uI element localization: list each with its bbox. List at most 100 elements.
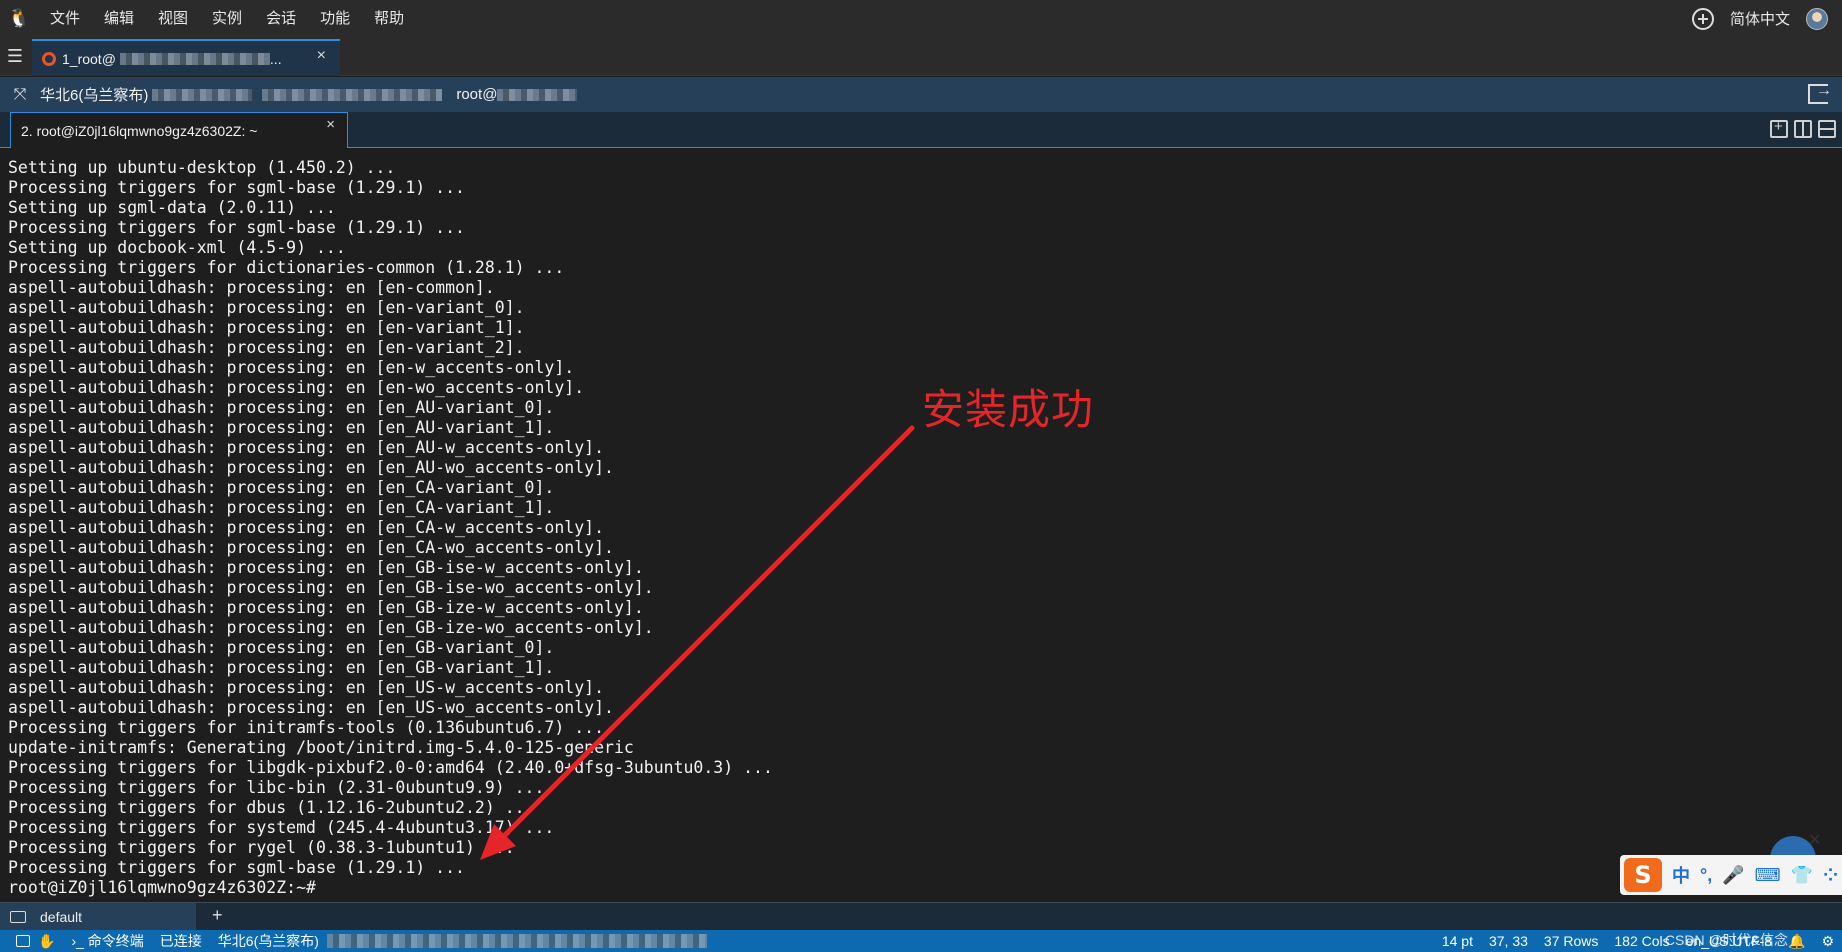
menu-session[interactable]: 会话 — [254, 0, 308, 37]
terminal-line: aspell-autobuildhash: processing: en [en… — [8, 438, 605, 457]
server-info-bar: ⤧ 华北6(乌兰察布) root@ — [0, 77, 1842, 112]
menu-edit[interactable]: 编辑 — [92, 0, 146, 37]
terminal-line: Processing triggers for libc-bin (2.31-0… — [8, 778, 545, 797]
menu-bar: 🐧 文件 编辑 视图 实例 会话 功能 帮助 简体中文 — [0, 0, 1842, 37]
status-mode[interactable]: ›_ 命令终端 — [63, 931, 151, 951]
redacted-ip — [152, 88, 253, 101]
terminal-line: aspell-autobuildhash: processing: en [en… — [8, 318, 525, 337]
terminal-line: aspell-autobuildhash: processing: en [en… — [8, 678, 605, 697]
terminal-line: update-initramfs: Generating /boot/initr… — [8, 738, 634, 757]
redacted-instance — [262, 88, 443, 101]
menu-view[interactable]: 视图 — [146, 0, 200, 37]
ime-apps-icon[interactable]: ⁘ — [1823, 865, 1838, 886]
terminal-line: Processing triggers for sgml-base (1.29.… — [8, 858, 465, 877]
terminal-line: aspell-autobuildhash: processing: en [en… — [8, 518, 605, 537]
menu-file[interactable]: 文件 — [38, 0, 92, 37]
add-circle-icon[interactable] — [1691, 7, 1714, 30]
status-bar: ✋ ›_ 命令终端 已连接 华北6(乌兰察布) CSDN @时代&信念 14 p… — [0, 930, 1842, 952]
notification-bell-icon[interactable]: 🔔 — [1780, 933, 1813, 950]
terminal-line: Setting up ubuntu-desktop (1.450.2) ... — [8, 158, 396, 177]
server-user: root@ — [456, 86, 498, 103]
terminal-line: aspell-autobuildhash: processing: en [en… — [8, 638, 555, 657]
terminal-line: Processing triggers for sgml-base (1.29.… — [8, 218, 465, 237]
status-cols: 182 Cols — [1614, 933, 1670, 949]
terminal-tab-bar: 2. root@iZ0jl16lqmwno9gz4z6302Z: ~ × — [0, 112, 1842, 148]
ime-punctuation-icon[interactable]: °, — [1700, 865, 1712, 886]
ime-toolbar: S 中 °, 🎤 ⌨ 👕 ⁘ — [1620, 855, 1842, 895]
session-tab-close-icon[interactable]: × — [317, 47, 326, 65]
terminal-line: aspell-autobuildhash: processing: en [en… — [8, 538, 614, 557]
bottom-tab-bar: default + — [0, 902, 1842, 931]
split-vertical-icon[interactable] — [1794, 120, 1812, 138]
status-locale[interactable]: en_US.UTF-8 — [1678, 933, 1780, 949]
terminal-line: Processing triggers for dictionaries-com… — [8, 258, 565, 277]
session-tab-strip: ☰ 1_root@ ... × — [0, 37, 1842, 76]
terminal-line: Processing triggers for initramfs-tools … — [8, 718, 605, 737]
terminal-line: aspell-autobuildhash: processing: en [en… — [8, 658, 555, 677]
menu-help[interactable]: 帮助 — [362, 0, 416, 37]
session-tab[interactable]: 1_root@ ... × — [32, 39, 340, 76]
annotation-text: 安装成功 — [922, 385, 1095, 434]
status-region: 华北6(乌兰察布) — [217, 933, 319, 949]
menu-instance[interactable]: 实例 — [200, 0, 254, 37]
terminal-line: aspell-autobuildhash: processing: en [en… — [8, 358, 575, 377]
status-cursor: 37, 33 — [1488, 933, 1528, 949]
sidebar-toggle-icon[interactable]: ☰ — [4, 46, 26, 66]
language-selector[interactable]: 简体中文 — [1730, 8, 1790, 29]
split-controls — [1770, 118, 1836, 138]
status-font-size[interactable]: 14 pt — [1434, 933, 1481, 949]
terminal-line: Processing triggers for libgdk-pixbuf2.0… — [8, 758, 773, 777]
ime-skin-icon[interactable]: 👕 — [1791, 865, 1813, 886]
bottom-tab-label: default — [40, 909, 83, 925]
terminal-tab-label: 2. root@iZ0jl16lqmwno9gz4z6302Z: ~ — [21, 122, 258, 139]
terminal-line: Processing triggers for rygel (0.38.3-1u… — [8, 838, 515, 857]
monitor-icon[interactable] — [16, 935, 30, 947]
ubuntu-icon — [42, 51, 56, 66]
session-tab-ellipsis: ... — [269, 50, 282, 67]
terminal-line: aspell-autobuildhash: processing: en [en… — [8, 578, 654, 597]
terminal-line: Setting up docbook-xml (4.5-9) ... — [8, 238, 346, 257]
terminal-line: Processing triggers for sgml-base (1.29.… — [8, 178, 465, 197]
terminal-tab-close-icon[interactable]: × — [326, 116, 335, 133]
terminal-output[interactable]: Setting up ubuntu-desktop (1.450.2) ... P… — [0, 150, 1842, 902]
redacted-status-info — [326, 934, 707, 948]
status-connection: 已连接 — [159, 933, 202, 949]
status-bar-right: 14 pt 37, 33 37 Rows 182 Cols en_US.UTF-… — [1434, 930, 1842, 952]
terminal-line: Setting up sgml-data (2.0.11) ... — [8, 198, 336, 217]
terminal-line: aspell-autobuildhash: processing: en [en… — [8, 558, 644, 577]
ime-close-icon[interactable]: ✕ — [1808, 830, 1821, 850]
status-rows: 37 Rows — [1543, 933, 1599, 949]
disconnect-icon[interactable] — [1808, 82, 1832, 104]
menu-bar-right: 简体中文 — [1691, 0, 1842, 37]
settings-gear-icon[interactable]: ⚙ — [1813, 933, 1842, 950]
redacted-hostname — [119, 52, 270, 65]
terminal-line: aspell-autobuildhash: processing: en [en… — [8, 598, 644, 617]
add-tab-button[interactable]: + — [212, 905, 223, 926]
status-mode-label: 命令终端 — [87, 933, 144, 949]
terminal-line: aspell-autobuildhash: processing: en [en… — [8, 298, 525, 317]
ime-chinese-mode[interactable]: 中 — [1672, 862, 1690, 888]
terminal-line: aspell-autobuildhash: processing: en [en… — [8, 458, 614, 477]
ime-voice-icon[interactable]: 🎤 — [1722, 865, 1744, 886]
menu-features[interactable]: 功能 — [308, 0, 362, 37]
terminal-line: aspell-autobuildhash: processing: en [en… — [8, 338, 525, 357]
terminal-line: root@iZ0jl16lqmwno9gz4z6302Z:~# — [8, 878, 316, 897]
server-region: 华北6(乌兰察布) — [40, 87, 149, 104]
app-logo-icon[interactable]: 🐧 — [0, 0, 38, 37]
terminal-line: aspell-autobuildhash: processing: en [en… — [8, 698, 614, 717]
redacted-host — [497, 88, 578, 101]
tools-icon[interactable]: ✋ — [30, 933, 63, 950]
terminal-line: Processing triggers for dbus (1.12.16-2u… — [8, 798, 535, 817]
bottom-tab-default[interactable]: default — [0, 903, 196, 931]
terminal-line: Processing triggers for systemd (245.4-4… — [8, 818, 555, 837]
user-avatar[interactable] — [1806, 7, 1828, 30]
ime-keyboard-icon[interactable]: ⌨ — [1755, 865, 1781, 886]
fullscreen-icon[interactable]: ⤧ — [0, 86, 40, 104]
split-horizontal-icon[interactable] — [1818, 120, 1836, 138]
sogou-logo-icon[interactable]: S — [1624, 858, 1662, 892]
terminal-line: aspell-autobuildhash: processing: en [en… — [8, 498, 555, 517]
new-pane-icon[interactable] — [1770, 118, 1788, 138]
terminal-line: aspell-autobuildhash: processing: en [en… — [8, 278, 495, 297]
terminal-tab[interactable]: 2. root@iZ0jl16lqmwno9gz4z6302Z: ~ × — [10, 112, 348, 148]
terminal-line: aspell-autobuildhash: processing: en [en… — [8, 478, 555, 497]
